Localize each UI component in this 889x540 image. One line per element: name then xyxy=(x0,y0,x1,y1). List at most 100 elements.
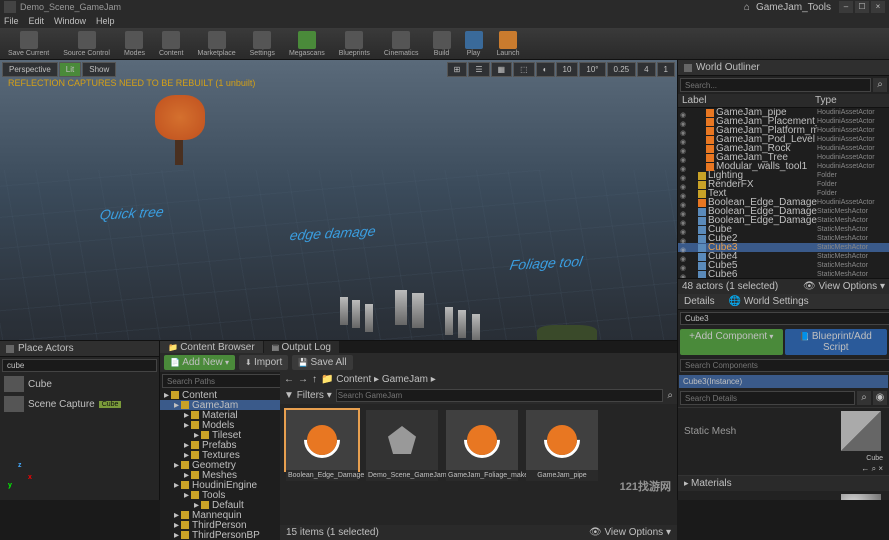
add-new-button[interactable]: 📄 Add New ▾ xyxy=(164,355,235,370)
place-actor-item[interactable]: Cube xyxy=(0,374,159,394)
visibility-icon[interactable] xyxy=(680,253,688,261)
pillar-object[interactable] xyxy=(395,290,407,325)
source-control-button[interactable]: Source Control xyxy=(59,30,114,58)
visibility-icon[interactable] xyxy=(680,163,688,171)
folder-node[interactable]: ▸Tools xyxy=(160,490,280,500)
visibility-icon[interactable] xyxy=(680,136,688,144)
marketplace-button[interactable]: Marketplace xyxy=(194,30,240,58)
vp-tool[interactable]: 10° xyxy=(579,62,605,77)
folder-node[interactable]: ▸ThirdPersonBP xyxy=(160,530,280,540)
vp-tool[interactable]: 4 xyxy=(637,62,655,77)
folder-node[interactable]: ▸Tileset xyxy=(160,430,280,440)
vp-tool[interactable]: ⬚ xyxy=(513,62,535,77)
filter-icon[interactable]: ◉ xyxy=(873,391,887,405)
place-actors-search[interactable] xyxy=(2,359,157,372)
asset-item[interactable]: GameJam_pipe xyxy=(526,410,598,519)
folder-node[interactable]: ▸Material xyxy=(160,410,280,420)
play-button[interactable]: Play xyxy=(461,30,487,58)
visibility-icon[interactable] xyxy=(680,244,688,252)
folder-node[interactable]: ▸Geometry xyxy=(160,460,280,470)
component-instance[interactable]: Cube3(Instance) xyxy=(679,375,888,388)
menu-window[interactable]: Window xyxy=(54,16,86,26)
minimize-button[interactable]: – xyxy=(839,1,853,13)
nav-back[interactable]: ← xyxy=(284,374,294,385)
mesh-thumbnail[interactable] xyxy=(841,411,881,451)
import-button[interactable]: ⬇ Import xyxy=(239,355,288,370)
content-button[interactable]: Content xyxy=(155,30,188,58)
add-script-button[interactable]: 📘 Blueprint/Add Script xyxy=(785,329,888,355)
folder-node[interactable]: ▸GameJam xyxy=(160,400,280,410)
vp-tool[interactable]: 0.25 xyxy=(607,62,637,77)
nav-fwd[interactable]: → xyxy=(298,374,308,385)
pillar-object[interactable] xyxy=(412,293,424,328)
modes-button[interactable]: Modes xyxy=(120,30,149,58)
folder-node[interactable]: ▸Prefabs xyxy=(160,440,280,450)
visibility-icon[interactable] xyxy=(680,235,688,243)
visibility-icon[interactable] xyxy=(680,127,688,135)
content-browser-tab[interactable]: 📁 Content Browser xyxy=(160,341,263,353)
maximize-button[interactable]: ☐ xyxy=(855,1,869,13)
save-current-button[interactable]: Save Current xyxy=(4,30,53,58)
col-label[interactable]: Label xyxy=(682,95,815,106)
vp-tool[interactable]: ◐ xyxy=(536,62,555,77)
visibility-icon[interactable] xyxy=(680,199,688,207)
menu-help[interactable]: Help xyxy=(96,16,115,26)
folder-node[interactable]: ▸HoudiniEngine xyxy=(160,480,280,490)
visibility-icon[interactable] xyxy=(680,217,688,225)
vp-lit[interactable]: Lit xyxy=(59,62,81,77)
search-assets[interactable] xyxy=(336,389,664,402)
asset-item[interactable]: Boolean_Edge_Damage xyxy=(286,410,358,519)
visibility-icon[interactable] xyxy=(680,190,688,198)
outliner-row[interactable]: Cube6StaticMeshActor xyxy=(678,270,889,278)
vp-perspective[interactable]: Perspective xyxy=(2,62,58,77)
vp-tool[interactable]: ☰ xyxy=(468,62,489,77)
visibility-icon[interactable] xyxy=(680,208,688,216)
folder-node[interactable]: ▸Content xyxy=(160,390,280,400)
tree-object[interactable] xyxy=(150,95,210,165)
asset-item[interactable]: Demo_Scene_GameJam xyxy=(366,410,438,519)
output-log-tab[interactable]: ▤ Output Log xyxy=(264,341,339,353)
pillar-object[interactable] xyxy=(340,297,348,325)
folder-node[interactable]: ▸Meshes xyxy=(160,470,280,480)
search-icon[interactable]: ⌕ xyxy=(873,78,887,92)
nav-up[interactable]: ↑ xyxy=(312,374,317,385)
close-button[interactable]: × xyxy=(871,1,885,13)
search-components[interactable] xyxy=(680,359,889,372)
folder-node[interactable]: ▸Default xyxy=(160,500,280,510)
cb-view-options[interactable]: 👁 View Options ▾ xyxy=(589,527,671,538)
view-options[interactable]: 👁 View Options ▾ xyxy=(803,281,885,292)
search-icon[interactable]: ⌕ xyxy=(857,391,871,405)
folder-node[interactable]: ▸ThirdPerson xyxy=(160,520,280,530)
folder-node[interactable]: ▸Models xyxy=(160,420,280,430)
visibility-icon[interactable] xyxy=(680,262,688,270)
visibility-icon[interactable] xyxy=(680,271,688,279)
vp-tool[interactable]: 10 xyxy=(556,62,579,77)
place-actor-item[interactable]: Scene CaptureCube xyxy=(0,394,159,414)
visibility-icon[interactable] xyxy=(680,145,688,153)
world-settings-tab[interactable]: 🌐 World Settings xyxy=(729,296,809,307)
build-button[interactable]: Build xyxy=(429,30,455,58)
blueprints-button[interactable]: Blueprints xyxy=(335,30,374,58)
visibility-icon[interactable] xyxy=(680,154,688,162)
home-icon[interactable]: ⌂ xyxy=(744,2,750,13)
visibility-icon[interactable] xyxy=(680,118,688,126)
pillar-object[interactable] xyxy=(365,304,373,332)
settings-button[interactable]: Settings xyxy=(246,30,279,58)
visibility-icon[interactable] xyxy=(680,226,688,234)
vp-tool[interactable]: ▦ xyxy=(491,62,513,77)
add-component-button[interactable]: +Add Component ▾ xyxy=(680,329,783,355)
col-type[interactable]: Type xyxy=(815,95,885,106)
visibility-icon[interactable] xyxy=(680,172,688,180)
cinematics-button[interactable]: Cinematics xyxy=(380,30,423,58)
folder-node[interactable]: ▸Mannequin xyxy=(160,510,280,520)
pillar-object[interactable] xyxy=(458,310,466,338)
folder-node[interactable]: ▸Textures xyxy=(160,450,280,460)
search-paths[interactable] xyxy=(162,374,280,388)
visibility-icon[interactable] xyxy=(680,109,688,117)
details-tab[interactable]: Details xyxy=(684,296,715,307)
megascans-button[interactable]: Megascans xyxy=(285,30,329,58)
menu-edit[interactable]: Edit xyxy=(29,16,45,26)
vp-tool[interactable]: ⊞ xyxy=(447,62,468,77)
breadcrumb[interactable]: 📁 Content ▸ GameJam ▸ xyxy=(321,374,436,385)
actor-name-input[interactable] xyxy=(680,312,889,325)
